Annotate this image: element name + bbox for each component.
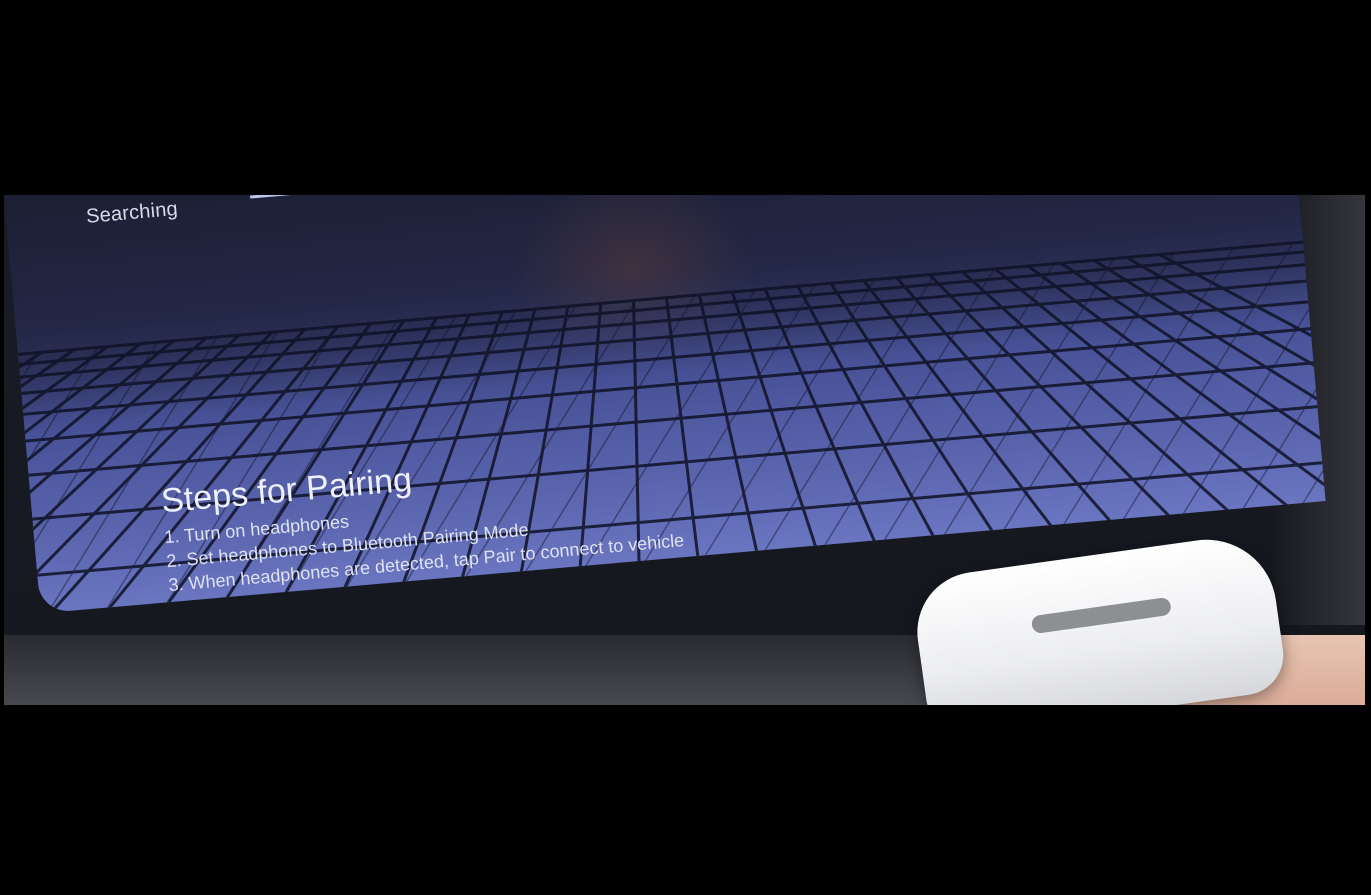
search-progress-bar [249,195,440,199]
search-progress-fill [249,195,421,199]
photo: Searching Steps for Pairing 1. Turn on h… [4,195,1365,705]
case-hinge [1030,596,1172,635]
video-frame: Searching Steps for Pairing 1. Turn on h… [0,0,1371,895]
searching-label: Searching [85,197,179,228]
